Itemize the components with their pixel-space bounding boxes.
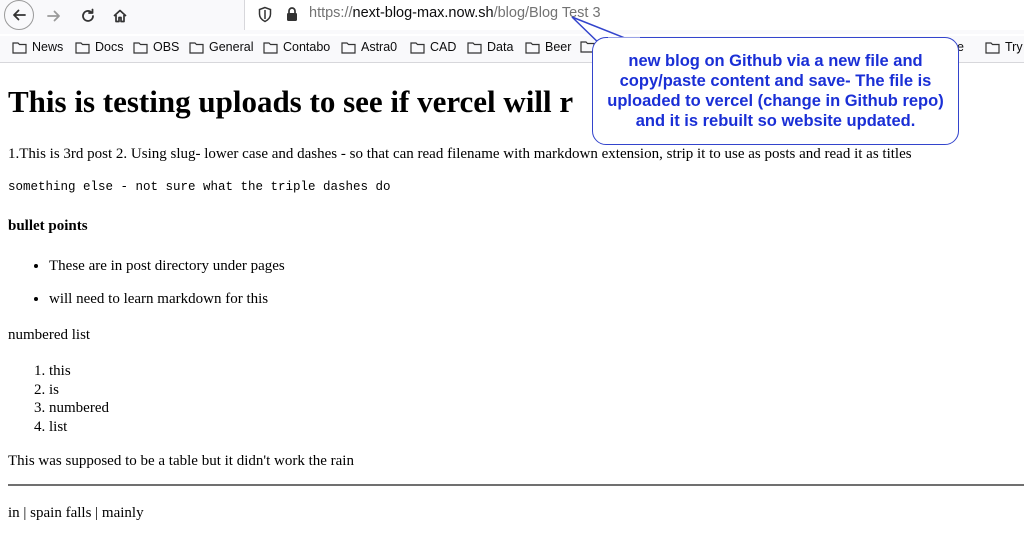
list-item: this [49, 362, 109, 381]
folder-icon [189, 41, 204, 54]
list-item: list [49, 418, 109, 437]
bullet-list: These are in post directory under pages … [8, 258, 285, 324]
bookmark-data[interactable]: Data [467, 40, 513, 54]
reload-button[interactable] [73, 2, 103, 30]
folder-icon [75, 41, 90, 54]
folder-icon [341, 41, 356, 54]
folder-icon [985, 41, 1000, 54]
arrow-right-icon [47, 10, 60, 22]
bookmark-news[interactable]: News [12, 40, 63, 54]
home-button[interactable] [105, 2, 135, 30]
bookmark-label: Beer [545, 40, 572, 54]
back-button[interactable] [4, 0, 34, 30]
annotation-text: new blog on Github via a new file and co… [607, 52, 944, 130]
url-host: next-blog-max.now.sh [352, 5, 494, 21]
folder-icon [133, 41, 148, 54]
annotation-callout: new blog on Github via a new file and co… [592, 37, 959, 145]
bookmark-label: News [32, 40, 64, 54]
bullet-heading: bullet points [8, 218, 88, 234]
lock-icon[interactable] [285, 6, 299, 27]
folder-icon [467, 41, 482, 54]
url-scheme: https:// [309, 5, 353, 21]
bookmark-contabo[interactable]: Contabo [263, 40, 330, 54]
url-path: /blog/Blog Test 3 [493, 5, 601, 21]
divider [8, 484, 1024, 486]
table-note: This was supposed to be a table but it d… [8, 453, 354, 469]
bookmark-try[interactable]: Try F [985, 40, 1024, 54]
url-text[interactable]: https://next-blog-max.now.sh/blog/Blog T… [309, 5, 601, 21]
folder-icon [12, 41, 27, 54]
list-item: will need to learn markdown for this [49, 291, 285, 308]
numbered-heading: numbered list [8, 327, 91, 343]
shield-icon[interactable] [257, 6, 273, 28]
bookmark-beer[interactable]: Beer [525, 40, 571, 54]
bookmark-label: Astra0 [361, 40, 398, 54]
bookmark-label: OBS [153, 40, 180, 54]
list-item: These are in post directory under pages [49, 258, 285, 275]
browser-toolbar: https://next-blog-max.now.sh/blog/Blog T… [0, 0, 1024, 34]
bookmark-label: CAD [430, 40, 457, 54]
bookmark-label: Docs [95, 40, 124, 54]
bookmark-docs[interactable]: Docs [75, 40, 123, 54]
intro-paragraph: 1.This is 3rd post 2. Using slug- lower … [8, 146, 912, 162]
list-item: numbered [49, 399, 109, 418]
home-icon [113, 9, 127, 23]
bookmark-label: Contabo [283, 40, 331, 54]
page-title: This is testing uploads to see if vercel… [8, 84, 574, 119]
bookmark-label: General [209, 40, 254, 54]
list-item: is [49, 381, 109, 400]
numbered-list: this is numbered list [8, 362, 109, 436]
reload-icon [82, 8, 94, 22]
bookmark-cad[interactable]: CAD [410, 40, 456, 54]
code-line: something else - not sure what the tripl… [8, 180, 391, 194]
address-bar[interactable]: https://next-blog-max.now.sh/blog/Blog T… [244, 0, 1024, 30]
arrow-left-icon [13, 9, 26, 21]
bookmark-obs[interactable]: OBS [133, 40, 179, 54]
bookmark-label: Try F [1005, 40, 1024, 54]
footer-line: in | spain falls | mainly [8, 505, 144, 521]
bookmark-astra0[interactable]: Astra0 [341, 40, 397, 54]
folder-icon [410, 41, 425, 54]
folder-icon [263, 41, 278, 54]
forward-button[interactable] [39, 2, 69, 30]
folder-icon [525, 41, 540, 54]
bookmark-general[interactable]: General [189, 40, 253, 54]
bookmark-label: Data [487, 40, 514, 54]
